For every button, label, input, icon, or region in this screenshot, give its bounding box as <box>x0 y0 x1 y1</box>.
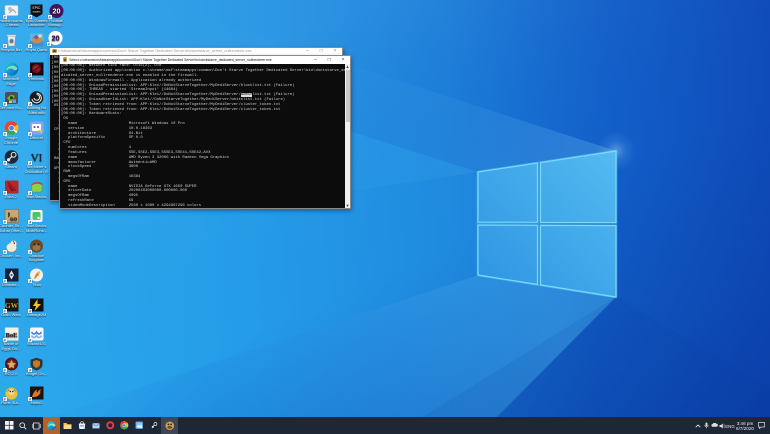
svg-text:20: 20 <box>52 6 60 15</box>
svg-text:♻: ♻ <box>9 39 14 45</box>
svg-text:20: 20 <box>51 33 59 42</box>
svg-text:BoE: BoE <box>5 332 17 339</box>
svg-text:VI: VI <box>31 152 43 164</box>
svg-text:EPIC: EPIC <box>33 6 41 10</box>
svg-text:GW: GW <box>4 300 18 309</box>
svg-text:GO: GO <box>9 217 17 222</box>
svg-text:GAMES: GAMES <box>33 10 41 13</box>
